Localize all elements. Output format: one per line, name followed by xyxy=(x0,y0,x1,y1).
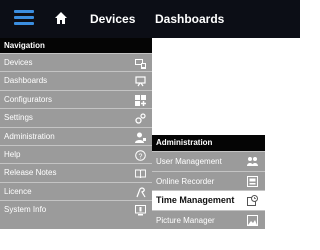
nav-item-label: System Info xyxy=(4,205,47,215)
help-icon: ? xyxy=(135,150,146,161)
dashboard-icon xyxy=(135,76,146,87)
submenu-item-label: User Management xyxy=(156,157,222,166)
admin-user-icon xyxy=(135,132,146,143)
submenu-item-picture-manager[interactable]: Picture Manager xyxy=(152,209,265,230)
devices-icon xyxy=(135,59,146,69)
configurators-icon xyxy=(135,94,146,106)
nav-item-label: Licence xyxy=(4,186,32,196)
nav-item-administration[interactable]: Administration xyxy=(0,126,152,145)
navigation-panel: Navigation Devices Dashboards Configurat… xyxy=(0,38,152,229)
system-info-icon xyxy=(135,205,146,216)
submenu-item-time-management[interactable]: Time Management xyxy=(152,190,265,210)
recorder-icon xyxy=(247,175,258,187)
submenu-item-user-management[interactable]: User Management xyxy=(152,151,265,171)
nav-item-system-info[interactable]: System Info xyxy=(0,200,152,218)
administration-submenu-header: Administration xyxy=(152,135,265,151)
nav-item-configurators[interactable]: Configurators xyxy=(0,89,152,108)
top-link-devices[interactable]: Devices xyxy=(90,12,135,26)
licence-icon xyxy=(136,187,146,198)
picture-icon xyxy=(247,214,258,226)
nav-item-licence[interactable]: Licence xyxy=(0,181,152,200)
nav-item-release-notes[interactable]: Release Notes xyxy=(0,163,152,181)
svg-text:?: ? xyxy=(139,153,143,160)
submenu-item-label: Time Management xyxy=(156,195,235,205)
nav-item-dashboards[interactable]: Dashboards xyxy=(0,71,152,89)
book-icon xyxy=(135,169,146,179)
users-icon xyxy=(247,157,258,166)
submenu-item-label: Online Recorder xyxy=(156,176,215,186)
nav-item-label: Configurators xyxy=(4,94,53,104)
nav-item-label: Settings xyxy=(4,113,33,123)
nav-item-label: Administration xyxy=(4,131,55,141)
nav-item-label: Devices xyxy=(4,58,33,67)
top-navigation-bar: Devices Dashboards xyxy=(0,0,300,38)
nav-item-label: Dashboards xyxy=(4,76,48,86)
home-icon[interactable] xyxy=(54,11,68,25)
nav-item-label: Release Notes xyxy=(4,168,57,178)
nav-item-settings[interactable]: Settings xyxy=(0,108,152,126)
gear-icon xyxy=(135,113,146,124)
administration-submenu: Administration User Management Online Re… xyxy=(152,135,265,229)
top-link-dashboards[interactable]: Dashboards xyxy=(155,12,224,26)
nav-item-label: Help xyxy=(4,149,21,159)
nav-item-help[interactable]: Help ? xyxy=(0,144,152,163)
nav-item-devices[interactable]: Devices xyxy=(0,53,152,71)
time-management-icon xyxy=(247,195,258,206)
submenu-item-online-recorder[interactable]: Online Recorder xyxy=(152,170,265,191)
navigation-header: Navigation xyxy=(0,38,152,53)
submenu-item-label: Picture Manager xyxy=(156,215,215,225)
hamburger-menu-icon[interactable] xyxy=(14,10,34,26)
